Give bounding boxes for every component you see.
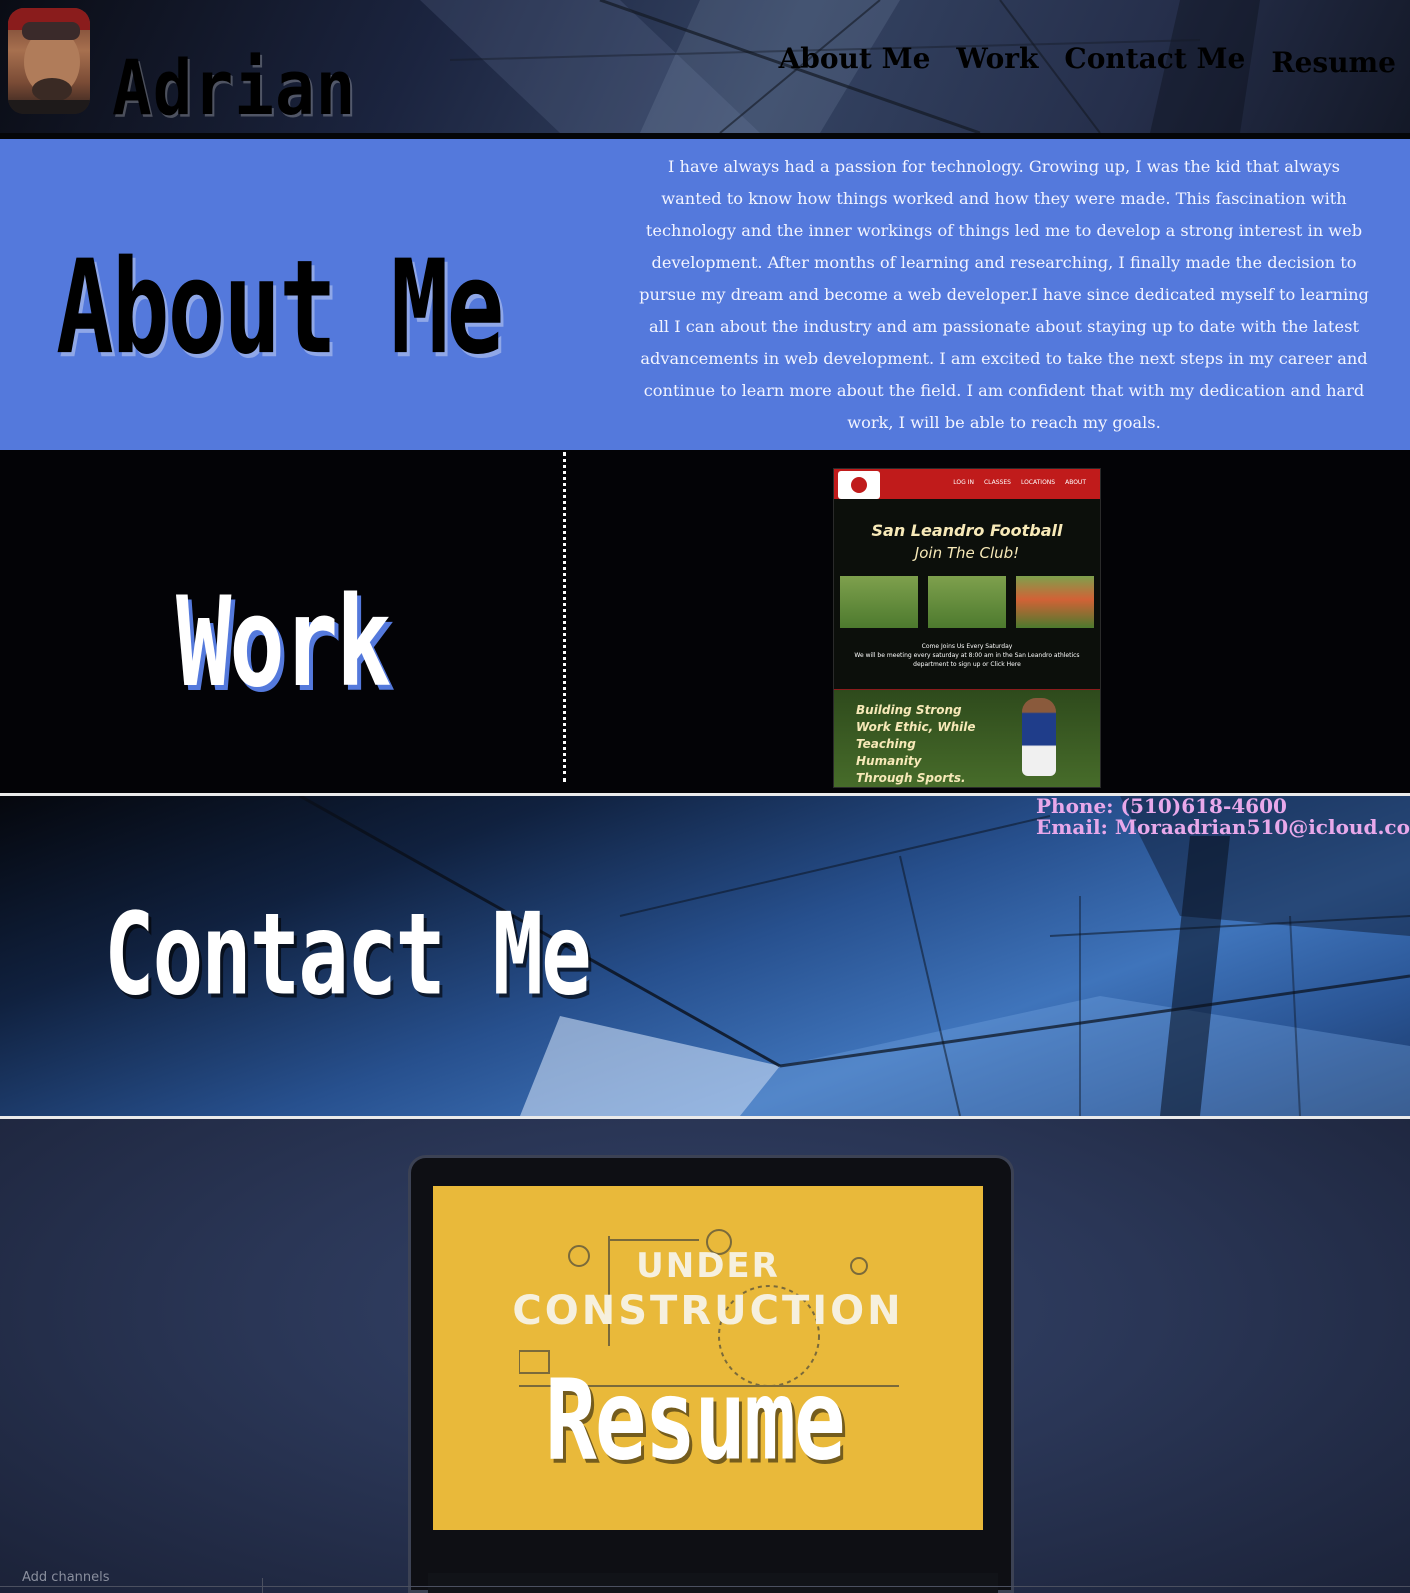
project-banner: Building Strong Work Ethic, While Teachi… [834,689,1100,787]
about-title: About Me [56,232,504,384]
laptop-screen: UNDER CONSTRUCTION Resume [433,1186,983,1530]
under-construction-line: CONSTRUCTION [512,1288,904,1334]
nav-link-about-me[interactable]: About Me [779,42,931,79]
project-photo [840,576,918,628]
project-menu-item: LOG IN [953,479,974,486]
email-link[interactable]: Email: Moraadrian510@icloud.com [1036,815,1410,839]
project-subheadline: Join The Club! [914,544,1020,562]
project-navbar: LOG IN CLASSES LOCATIONS ABOUT [834,469,1100,499]
project-photo-row [840,576,1096,628]
project-note: Come Joins Us Every Saturday We will be … [834,642,1100,669]
work-title: Work [176,570,392,715]
about-section: About Me I have always had a passion for… [0,139,1410,450]
nav-link-resume[interactable]: Resume [1271,46,1396,79]
site-header: Adrian About Me Work Contact Me Resume [0,0,1410,133]
project-photo [1016,576,1094,628]
project-banner-text: Building Strong Work Ethic, While Teachi… [856,703,976,785]
footer-tick [262,1578,263,1593]
footer-text: Add channels [22,1570,110,1585]
resume-title: Resume [545,1356,846,1486]
main-nav: About Me Work Contact Me Resume [779,42,1396,79]
footer-divider [0,1586,1410,1587]
dotted-divider [563,452,566,782]
player-image [1022,698,1056,776]
nav-link-contact-me[interactable]: Contact Me [1064,42,1245,79]
nav-link-work[interactable]: Work [956,42,1038,79]
resume-section: UNDER CONSTRUCTION Resume [0,1119,1410,1593]
brand-name: Adrian [112,44,357,133]
avatar-graphic [8,8,90,114]
project-menu-item: CLASSES [983,479,1011,486]
project-menu-item: ABOUT [1065,479,1086,486]
project-screenshot[interactable]: LOG IN CLASSES LOCATIONS ABOUT San Leand… [833,468,1101,788]
contact-title: Contact Me [104,888,592,1021]
laptop-image: UNDER CONSTRUCTION Resume [408,1155,1014,1593]
project-menu: LOG IN CLASSES LOCATIONS ABOUT [953,479,1086,486]
project-note-line: Come Joins Us Every Saturday [921,643,1013,650]
contact-section: Contact Me Phone: (510)618-4600 Email: M… [0,796,1410,1116]
laptop-keyboard [428,1573,998,1593]
avatar [8,8,90,114]
project-note-line: We will be meeting every saturday at 8:0… [854,652,1080,668]
project-photo [928,576,1006,628]
under-construction-line: UNDER [636,1246,780,1286]
contact-info: Phone: (510)618-4600 Email: Moraadrian51… [1036,796,1410,838]
project-logo-icon [838,471,880,499]
about-paragraph: I have always had a passion for technolo… [639,157,1369,432]
under-construction-text: UNDER CONSTRUCTION [433,1246,983,1334]
project-menu-item: LOCATIONS [1020,479,1056,486]
work-section: Work LOG IN CLASSES LOCATIONS ABOUT San … [0,450,1410,793]
project-headline: San Leandro Football [871,521,1063,540]
